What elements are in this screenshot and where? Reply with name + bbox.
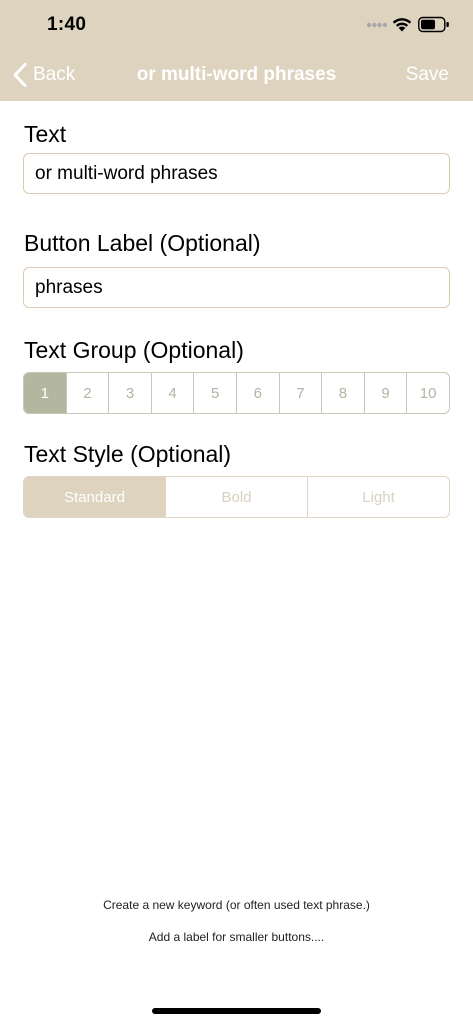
page-title: or multi-word phrases: [136, 64, 337, 85]
text-group-option-6[interactable]: 6: [235, 373, 279, 413]
button-label-label: Button Label (Optional): [24, 230, 261, 256]
chevron-left-icon: [13, 63, 27, 87]
text-group-segmented-control: 1 2 3 4 5 6 7 8 9 10: [23, 372, 450, 414]
text-style-option-bold[interactable]: Bold: [165, 477, 307, 517]
text-style-segmented-control: Standard Bold Light: [23, 476, 450, 518]
text-style-option-standard[interactable]: Standard: [24, 477, 165, 517]
help-text-keyword: Create a new keyword (or often used text…: [103, 898, 370, 912]
button-label-input[interactable]: [23, 267, 450, 308]
text-style-label: Text Style (Optional): [24, 441, 232, 467]
back-label: Back: [33, 64, 76, 85]
text-group-option-2[interactable]: 2: [65, 373, 109, 413]
text-label: Text: [24, 121, 67, 147]
cellular-dots-icon: [366, 22, 388, 28]
text-group-option-8[interactable]: 8: [321, 373, 364, 413]
home-indicator: [152, 1008, 321, 1014]
text-group-option-5[interactable]: 5: [193, 373, 236, 413]
nav-bar: Back or multi-word phrases Save: [0, 52, 473, 98]
header: 1:40 Back or multi-word phrases Save: [0, 0, 473, 101]
text-group-option-1[interactable]: 1: [24, 373, 66, 413]
wifi-icon: [392, 18, 412, 32]
text-group-option-3[interactable]: 3: [108, 373, 151, 413]
status-time: 1:40: [47, 14, 87, 35]
text-style-option-light[interactable]: Light: [307, 477, 449, 517]
back-button[interactable]: Back: [12, 52, 75, 98]
text-input[interactable]: [23, 153, 450, 194]
text-group-option-10[interactable]: 10: [406, 373, 449, 413]
text-group-option-7[interactable]: 7: [278, 373, 322, 413]
text-group-option-4[interactable]: 4: [150, 373, 194, 413]
text-group-label: Text Group (Optional): [24, 337, 244, 363]
battery-icon: [418, 16, 449, 33]
save-button[interactable]: Save: [406, 52, 449, 98]
status-bar: 1:40: [0, 0, 473, 50]
text-group-option-9[interactable]: 9: [363, 373, 407, 413]
help-text-label: Add a label for smaller buttons....: [148, 930, 325, 944]
